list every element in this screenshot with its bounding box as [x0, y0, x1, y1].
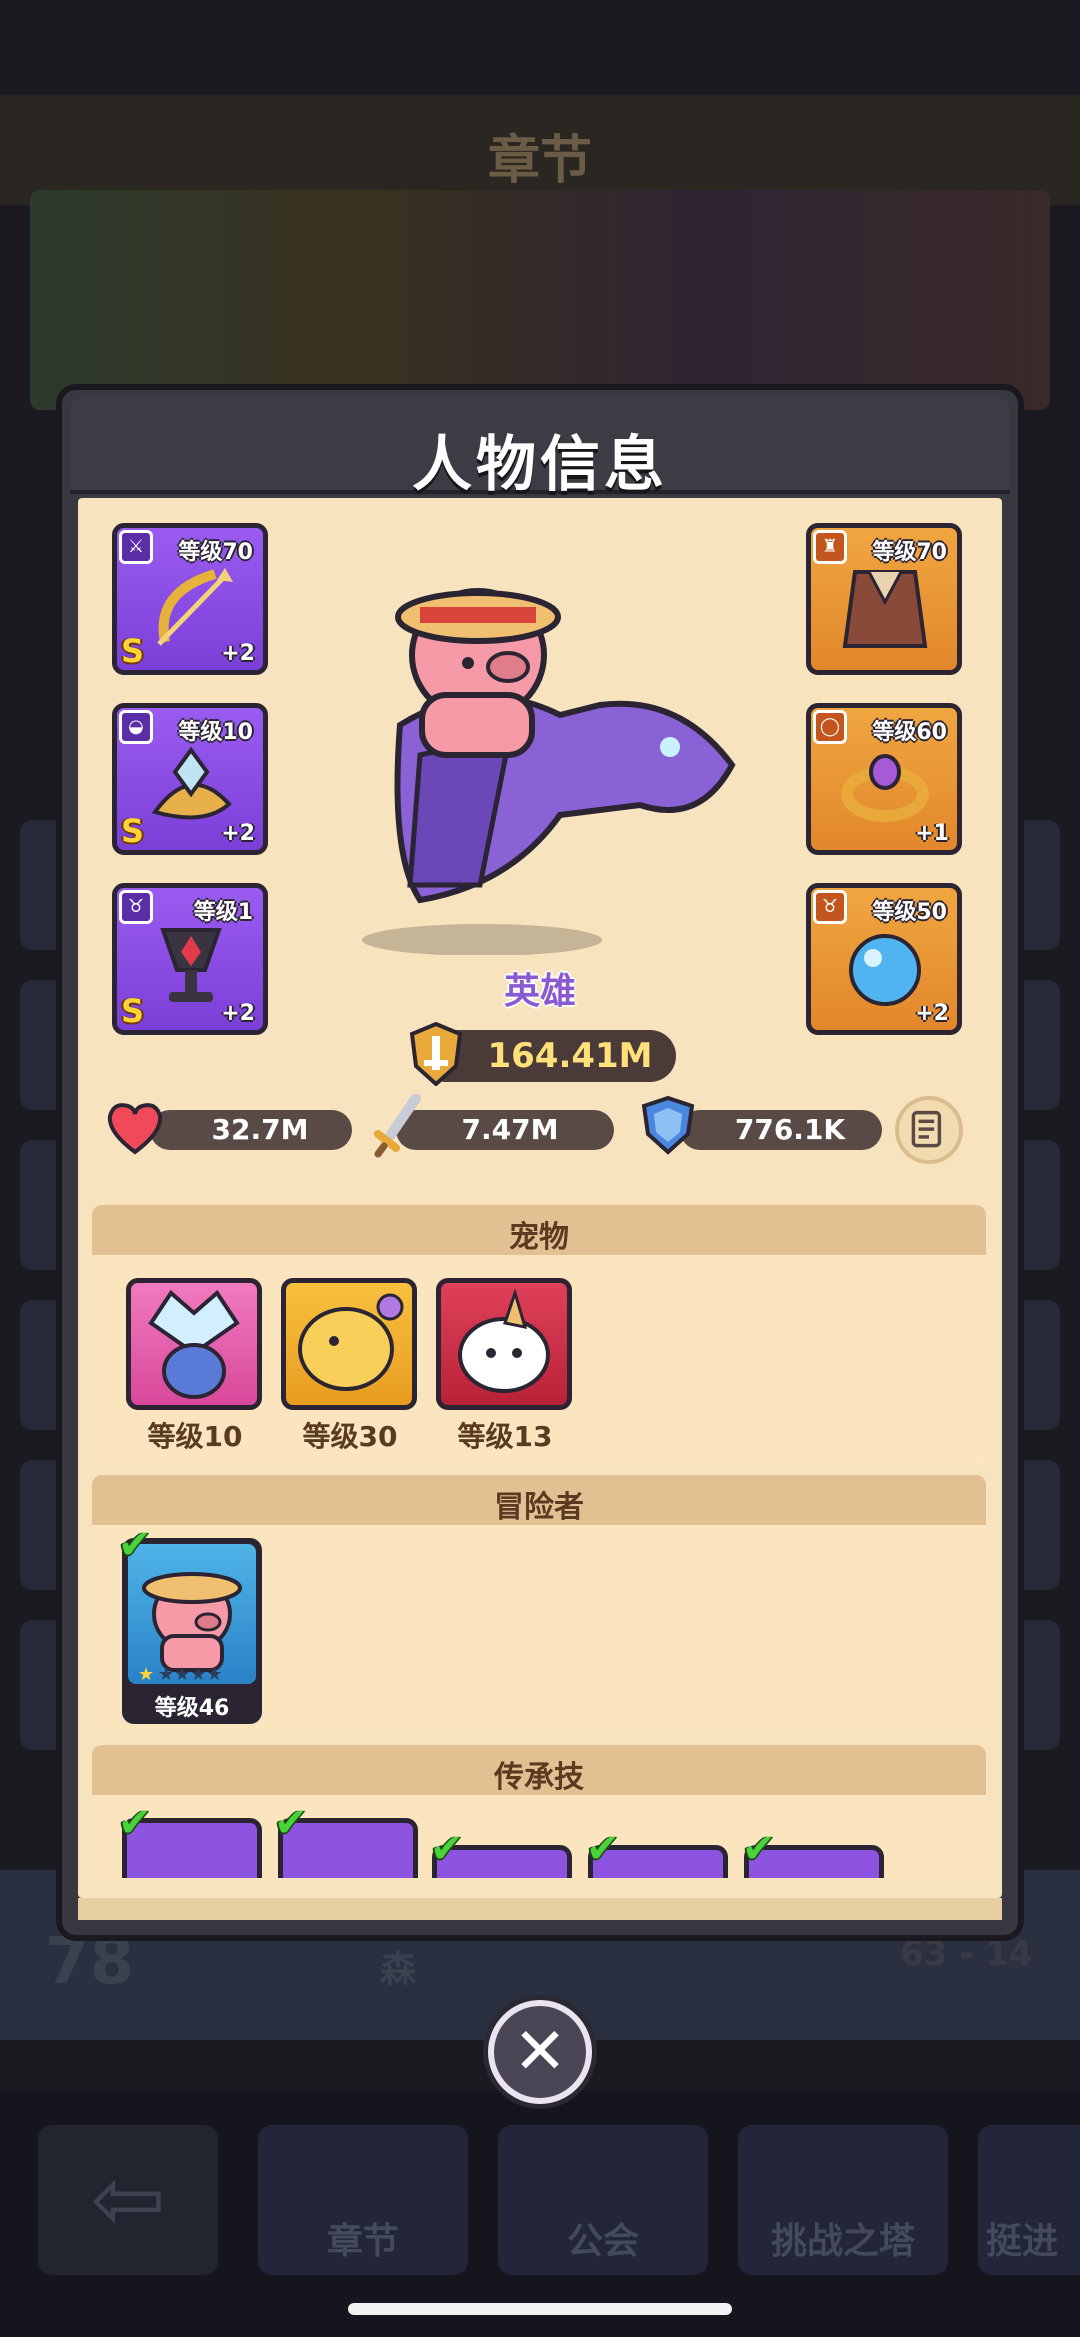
- amulet-icon: ♉: [119, 890, 153, 924]
- slot-plus: +2: [221, 1001, 255, 1026]
- slot-plus: +2: [915, 1001, 949, 1026]
- power-shield-icon: [409, 1022, 463, 1086]
- armor-icon: ♜: [813, 530, 847, 564]
- pet-slot-3[interactable]: [436, 1278, 572, 1410]
- chalice-icon: [160, 928, 222, 1002]
- equipment-amulet-slot[interactable]: ♉ 等级1 S +2: [112, 883, 268, 1035]
- attack-value: 7.47M: [461, 1113, 559, 1146]
- adventurer-section-title: 冒险者: [494, 1490, 584, 1525]
- nav-tower-label: 挑战之塔: [770, 2221, 915, 2262]
- slot-grade: S: [121, 812, 145, 850]
- chapter-title: 章节: [487, 131, 592, 191]
- nav-chapter-label: 章节: [326, 2221, 399, 2262]
- yellow-beast-pet-icon: [298, 1293, 404, 1391]
- list-detail-icon: [911, 1110, 942, 1148]
- check-icon: ✔: [274, 1800, 308, 1846]
- modal-footer: [78, 1898, 1002, 1920]
- check-icon: ✔: [742, 1826, 776, 1872]
- blue-orb-icon: [849, 934, 921, 1006]
- equipment-necklace-slot[interactable]: ♉ 等级50 +2: [806, 883, 962, 1035]
- nav-guild-label: 公会: [566, 2221, 639, 2262]
- slot-plus: +1: [915, 821, 949, 846]
- stats-detail-button[interactable]: [895, 1096, 963, 1164]
- slot-grade: S: [121, 632, 145, 670]
- slot-grade: S: [121, 992, 145, 1030]
- hero-rank-label: 英雄: [503, 971, 576, 1012]
- equipment-ring-slot[interactable]: ◯ 等级60 +1: [806, 703, 962, 855]
- self-rank-score: 63 - 14: [900, 1934, 1033, 1974]
- defense-shield-icon: [641, 1095, 695, 1155]
- adventurer-section-header: 冒险者: [92, 1475, 986, 1525]
- legacy-section-title: 传承技: [494, 1760, 584, 1795]
- equipment-armor-slot[interactable]: ♜ 等级70: [806, 523, 962, 675]
- home-indicator[interactable]: [348, 2303, 732, 2315]
- modal-title: 人物信息: [412, 430, 668, 500]
- pet-level-1: 等级10: [147, 1420, 243, 1453]
- bow-arrow-icon: [157, 568, 233, 646]
- check-icon: ✔: [430, 1826, 464, 1872]
- equipment-helmet-slot[interactable]: ◒ 等级10 S +2: [112, 703, 268, 855]
- check-icon: ✔: [586, 1826, 620, 1872]
- close-button[interactable]: ✕: [488, 2000, 592, 2104]
- hero-portrait: [362, 588, 736, 955]
- necklace-icon: ♉: [813, 890, 847, 924]
- legacy-section-header: 传承技: [92, 1745, 986, 1795]
- pet-level-3: 等级13: [457, 1420, 553, 1453]
- gem-ring-icon: [841, 754, 929, 822]
- back-arrow-icon[interactable]: ⇦: [38, 2125, 218, 2275]
- power-value: 164.41M: [487, 1036, 653, 1076]
- check-icon: ✔: [118, 1522, 152, 1568]
- pets-section-title: 宠物: [509, 1220, 569, 1255]
- close-icon: ✕: [513, 2015, 567, 2089]
- self-rank-number: 78: [45, 1925, 135, 1999]
- hp-value: 32.7M: [211, 1113, 309, 1146]
- heart-icon: [107, 1103, 163, 1155]
- nav-advance-label: 挺进: [986, 2221, 1059, 2262]
- svg-text:★★★★: ★★★★: [158, 1664, 223, 1684]
- crystal-helm-icon: [151, 746, 232, 820]
- slot-plus: +2: [221, 821, 255, 846]
- svg-text:★: ★: [138, 1664, 154, 1684]
- sword-icon: ⚔: [119, 530, 153, 564]
- modal-header: 人物信息: [70, 398, 1010, 500]
- ice-crystal-pet-icon: [148, 1289, 240, 1399]
- helmet-icon: ◒: [119, 710, 153, 744]
- pets-section-header: 宠物: [92, 1205, 986, 1255]
- pet-level-2: 等级30: [302, 1420, 398, 1453]
- fur-cloak-icon: [842, 570, 928, 648]
- check-icon: ✔: [118, 1800, 152, 1846]
- defense-value: 776.1K: [734, 1113, 846, 1146]
- adventurer-level: 等级46: [154, 1696, 230, 1721]
- pet-slot-2[interactable]: [281, 1278, 417, 1410]
- equipment-weapon-slot[interactable]: ⚔ 等级70 S +2: [112, 523, 268, 675]
- sword-stat-icon: [374, 1094, 421, 1158]
- chapter-banner: [30, 190, 1050, 410]
- ring-icon: ◯: [813, 710, 847, 744]
- pet-slot-1[interactable]: [126, 1278, 262, 1410]
- self-rank-name: 森: [380, 1949, 417, 1990]
- slot-plus: +2: [221, 641, 255, 666]
- unicorn-pet-icon: [458, 1287, 550, 1393]
